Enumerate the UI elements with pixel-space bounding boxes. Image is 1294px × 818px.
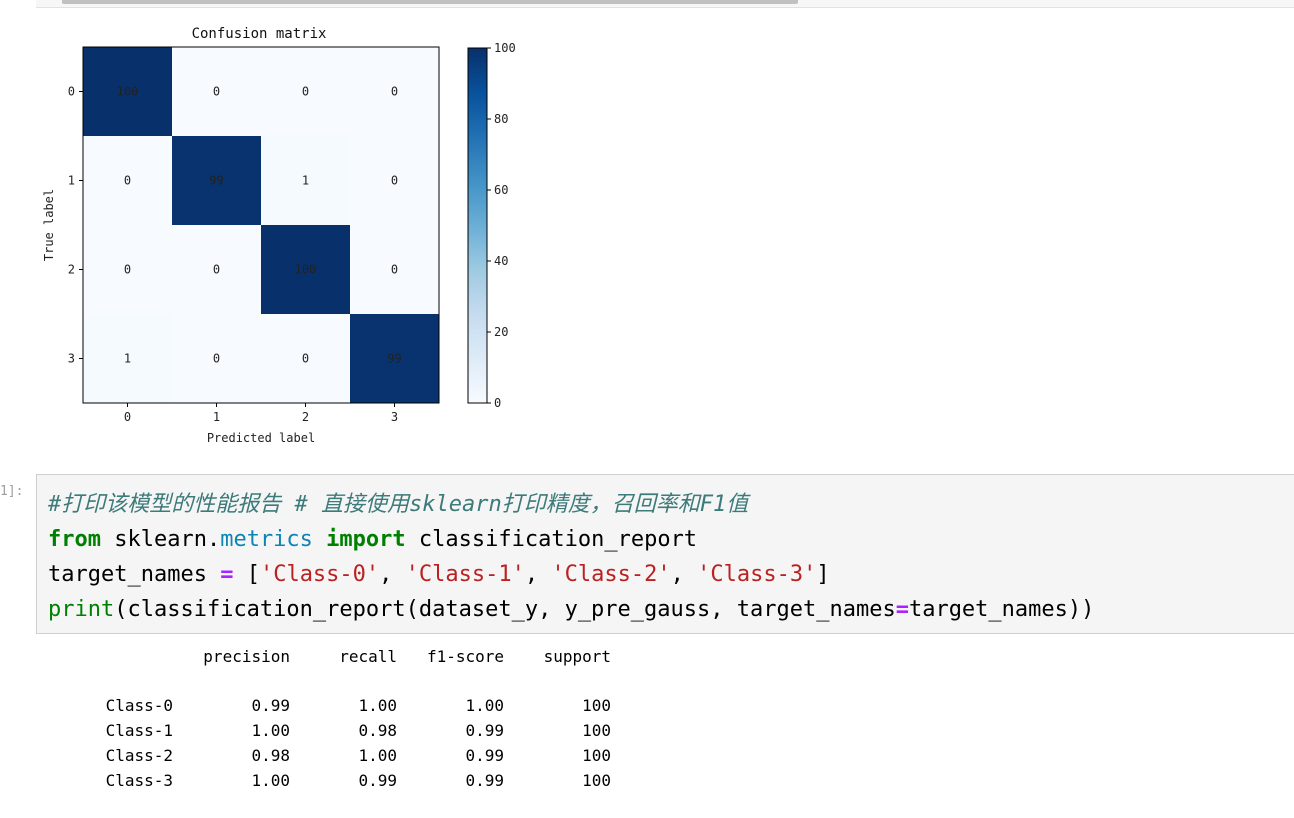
cell-value-label: 1 <box>124 352 131 366</box>
x-axis-label: Predicted label <box>207 431 315 445</box>
module-dot: . <box>206 527 221 552</box>
row-f1: 0.99 <box>465 746 504 765</box>
var-target-names: target_names <box>48 562 207 587</box>
sep-3: , <box>670 562 698 587</box>
op-assign: = <box>220 562 234 587</box>
x-tick-label: 0 <box>124 410 131 424</box>
header-recall: recall <box>339 647 397 666</box>
cell-value-label: 0 <box>213 352 220 366</box>
row-recall: 1.00 <box>358 696 397 715</box>
import-name: classification_report <box>418 527 698 552</box>
header-precision: precision <box>203 647 290 666</box>
row-precision: 0.98 <box>251 746 290 765</box>
row-support: 100 <box>582 696 611 715</box>
cell-value-label: 0 <box>213 263 220 277</box>
code-lines[interactable]: #打印该模型的性能报告 # 直接使用sklearn打印精度，召回率和F1值 fr… <box>48 487 1094 627</box>
kw-from: from <box>48 527 101 552</box>
code-cell-editor[interactable]: #打印该模型的性能报告 # 直接使用sklearn打印精度，召回率和F1值 fr… <box>36 474 1294 634</box>
module-metrics: metrics <box>220 527 313 552</box>
row-f1: 0.99 <box>465 721 504 740</box>
output-scroll-area <box>36 0 1294 8</box>
confusion-matrix-figure: Confusion matrix 100 0 0 0 0 99 1 0 0 0 100 0 1 0 0 99 … <box>36 14 556 454</box>
print-args-b: target_names)) <box>908 597 1095 622</box>
sep-2: , <box>524 562 552 587</box>
colorbar-tick-label: 60 <box>494 183 508 197</box>
header-f1-score: f1-score <box>426 647 504 666</box>
builtin-print: print <box>48 597 115 622</box>
cell-value-label: 0 <box>302 85 309 99</box>
horizontal-scrollbar-thumb[interactable] <box>62 0 798 4</box>
report-row: Class-1 1.00 0.98 0.99 100 <box>48 718 611 743</box>
sep-1: , <box>379 562 406 587</box>
classification-report: precision recall f1-score support Class-… <box>48 644 611 793</box>
cell-value-label: 100 <box>295 263 317 277</box>
y-tick-label: 3 <box>68 352 75 366</box>
report-row: Class-0 0.99 1.00 1.00 100 <box>48 693 611 718</box>
cell-prompt: 1]: <box>0 484 24 499</box>
colorbar-ticks: 0 20 40 60 80 100 <box>487 41 516 410</box>
cell-value-label: 99 <box>387 352 401 366</box>
y-tick-label: 2 <box>68 263 75 277</box>
print-args-a: (classification_report(dataset_y, y_pre_… <box>114 597 896 622</box>
cell-value-label: 0 <box>124 174 131 188</box>
row-support: 100 <box>582 746 611 765</box>
cell-value-label: 99 <box>209 174 223 188</box>
cell-value-label: 0 <box>391 263 398 277</box>
row-support: 100 <box>582 721 611 740</box>
header-support: support <box>543 647 611 666</box>
row-support: 100 <box>582 771 611 790</box>
row-precision: 0.99 <box>251 696 290 715</box>
row-precision: 1.00 <box>251 771 290 790</box>
str-class-3: 'Class-3' <box>697 562 817 587</box>
y-tick-label: 0 <box>68 85 75 99</box>
cell-value-label: 0 <box>391 85 398 99</box>
colorbar-tick-label: 40 <box>494 254 508 268</box>
cell-value-label: 0 <box>391 174 398 188</box>
str-class-0: 'Class-0' <box>259 562 380 587</box>
cell-value-label: 0 <box>213 85 220 99</box>
row-label: Class-3 <box>105 771 173 790</box>
y-tick-label: 1 <box>68 174 75 188</box>
row-recall: 0.98 <box>358 721 397 740</box>
str-class-1: 'Class-1' <box>405 562 525 587</box>
module-sklearn: sklearn <box>114 527 207 552</box>
report-row: Class-3 1.00 0.99 0.99 100 <box>48 768 611 793</box>
row-label: Class-2 <box>105 746 173 765</box>
list-close: ] <box>816 562 830 587</box>
report-row: Class-2 0.98 1.00 0.99 100 <box>48 743 611 768</box>
kw-import: import <box>326 527 406 552</box>
cell-value-label: 100 <box>117 85 139 99</box>
op-kwarg: = <box>895 597 909 622</box>
x-tick-label: 1 <box>213 410 220 424</box>
colorbar-tick-label: 20 <box>494 325 508 339</box>
report-header-row: precision recall f1-score support <box>48 644 611 669</box>
list-open: [ <box>246 562 260 587</box>
y-axis-label: True label <box>42 189 56 261</box>
x-tick-label: 3 <box>391 410 398 424</box>
code-comment: #打印该模型的性能报告 # 直接使用sklearn打印精度，召回率和F1值 <box>48 492 749 517</box>
row-f1: 1.00 <box>465 696 504 715</box>
colorbar <box>467 47 488 404</box>
row-precision: 1.00 <box>251 721 290 740</box>
row-recall: 1.00 <box>358 746 397 765</box>
cell-output: precision recall f1-score support Class-… <box>48 644 748 793</box>
x-tick-label: 2 <box>302 410 309 424</box>
chart-title: Confusion matrix <box>192 26 327 42</box>
colorbar-tick-label: 80 <box>494 112 508 126</box>
cell-value-label: 1 <box>302 174 309 188</box>
cell-value-label: 0 <box>124 263 131 277</box>
confusion-matrix-chart: Confusion matrix 100 0 0 00 99 1 00 0 100 01 0 0 99 … <box>42 26 516 445</box>
row-label: Class-0 <box>105 696 173 715</box>
row-recall: 0.99 <box>358 771 397 790</box>
row-f1: 0.99 <box>465 771 504 790</box>
str-class-2: 'Class-2' <box>551 562 671 587</box>
colorbar-tick-label: 100 <box>494 41 516 55</box>
colorbar-tick-label: 0 <box>494 396 501 410</box>
cell-value-label: 0 <box>302 352 309 366</box>
row-label: Class-1 <box>105 721 173 740</box>
heatmap-cells: 100 0 0 00 99 1 00 0 100 01 0 0 99 <box>83 47 440 404</box>
